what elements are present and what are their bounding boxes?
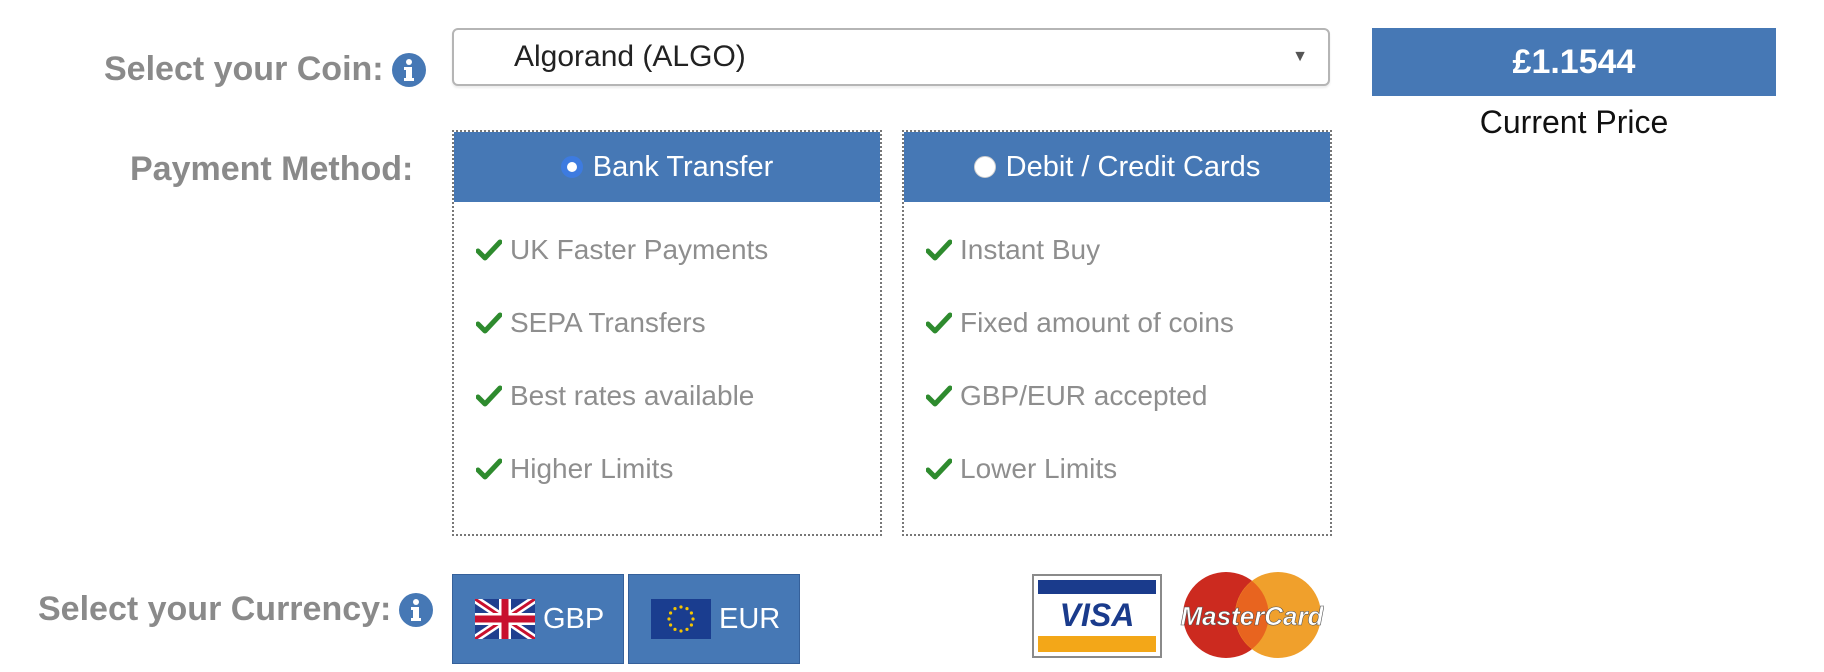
feature-item: Instant Buy (926, 234, 1100, 266)
payment-option-label: Bank Transfer (592, 150, 774, 183)
current-price-label: Current Price (1479, 104, 1669, 140)
payment-card-bank-transfer[interactable]: Bank Transfer UK Faster Payments SEPA Tr… (452, 130, 882, 536)
feature-text: Higher Limits (510, 453, 674, 484)
feature-item: Lower Limits (926, 453, 1117, 485)
check-icon (476, 385, 502, 407)
feature-item: Higher Limits (476, 453, 673, 485)
feature-text: Lower Limits (960, 453, 1118, 484)
payment-option-bank-transfer[interactable]: Bank Transfer (454, 132, 880, 202)
info-icon[interactable] (391, 52, 426, 87)
feature-text: UK Faster Payments (510, 234, 769, 265)
mastercard-logo-icon: MasterCard (1180, 572, 1324, 658)
info-icon[interactable] (399, 592, 434, 627)
eu-flag-icon (651, 599, 711, 639)
check-icon (476, 312, 502, 334)
check-icon (926, 239, 952, 261)
feature-item: UK Faster Payments (476, 234, 768, 266)
check-icon (926, 312, 952, 334)
coin-select-value: Algorand (ALGO) (514, 40, 746, 73)
feature-item: GBP/EUR accepted (926, 380, 1207, 412)
payment-option-label: Debit / Credit Cards (1005, 150, 1261, 183)
check-icon (926, 458, 952, 480)
current-price-value: £1.1544 (1372, 28, 1776, 96)
feature-text: Best rates available (510, 380, 755, 411)
feature-item: SEPA Transfers (476, 307, 706, 339)
check-icon (476, 458, 502, 480)
svg-text:MasterCard: MasterCard (1180, 601, 1324, 631)
coin-label: Select your Coin: (104, 50, 384, 88)
feature-text: GBP/EUR accepted (960, 380, 1208, 411)
currency-code: EUR (719, 602, 781, 635)
payment-option-debit-credit[interactable]: Debit / Credit Cards (904, 132, 1330, 202)
feature-text: Fixed amount of coins (960, 307, 1234, 338)
visa-logo-icon: VISA (1032, 574, 1162, 658)
payment-label: Payment Method: (130, 150, 414, 188)
feature-text: SEPA Transfers (510, 307, 706, 338)
feature-text: Instant Buy (960, 234, 1101, 265)
feature-item: Best rates available (476, 380, 754, 412)
currency-button-eur[interactable]: EUR (628, 574, 800, 664)
currency-button-gbp[interactable]: GBP (452, 574, 624, 664)
radio-checked-icon[interactable] (560, 156, 583, 178)
check-icon (476, 239, 502, 261)
coin-select[interactable]: Algorand (ALGO) ▼ (452, 28, 1330, 86)
payment-card-debit-credit[interactable]: Debit / Credit Cards Instant Buy Fixed a… (902, 130, 1332, 536)
currency-code: GBP (543, 602, 605, 635)
check-icon (926, 385, 952, 407)
chevron-down-icon: ▼ (1292, 48, 1308, 65)
currency-label: Select your Currency: (38, 590, 392, 628)
coin-label-row: Select your Coin: (104, 50, 426, 89)
svg-text:VISA: VISA (1060, 597, 1135, 633)
currency-label-row: Select your Currency: (38, 590, 434, 629)
feature-item: Fixed amount of coins (926, 307, 1234, 339)
radio-unchecked-icon[interactable] (973, 156, 996, 178)
uk-flag-icon (475, 599, 535, 639)
